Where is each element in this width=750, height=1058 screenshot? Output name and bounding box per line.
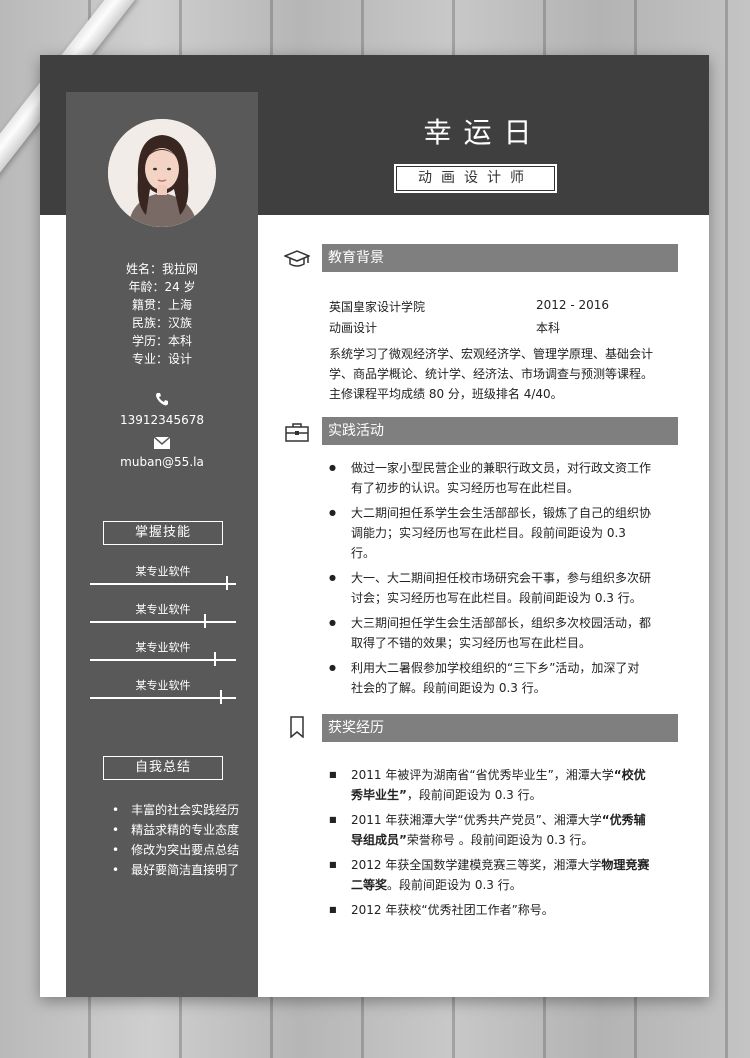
summary-item: 修改为突出要点总结 <box>112 840 239 860</box>
education-title: 教育背景 <box>322 244 678 272</box>
profile-photo <box>108 119 216 227</box>
profile-line-major: 专业：设计 <box>131 352 192 366</box>
summary-item: 精益求精的专业态度 <box>112 820 239 840</box>
skill-item: 某专业软件 <box>90 677 236 704</box>
award-text: 2011 年被评为湖南省“省优秀毕业生”，湘潭大学 <box>351 768 614 782</box>
job-title-badge: 动画设计师 <box>396 166 555 191</box>
award-item: 2011 年获湘潭大学“优秀共产党员”、湘潭大学“优秀辅导组成员”荣誉称号 。段… <box>329 810 651 850</box>
skill-item: 某专业软件 <box>90 639 236 666</box>
award-text-end: ，段前间距设为 0.3 行。 <box>406 788 542 802</box>
major-name: 动画设计 <box>329 321 378 335</box>
summary-item: 丰富的社会实践经历 <box>112 800 239 820</box>
skill-bar <box>90 621 236 623</box>
awards-title: 获奖经历 <box>322 714 678 742</box>
skill-label: 某专业软件 <box>135 565 191 578</box>
skill-level-marker <box>214 652 216 666</box>
practice-item: 大三期间担任学生会生活部部长，组织多次校园活动，都取得了不错的效果；实习经历也写… <box>329 613 651 653</box>
briefcase-icon <box>284 421 310 443</box>
summary-title: 自我总结 <box>103 756 223 780</box>
profile-info: 姓名：我拉网 年龄：24 岁 籍贯：上海 民族：汉族 学历：本科 专业：设计 <box>66 260 258 368</box>
skill-label: 某专业软件 <box>135 679 191 692</box>
awards-list: 2011 年被评为湖南省“省优秀毕业生”，湘潭大学“校优秀毕业生”，段前间距设为… <box>329 765 651 925</box>
school-name: 英国皇家设计学院 <box>329 300 426 314</box>
email-address: muban@55.la <box>120 455 204 469</box>
phone-contact: 13912345678 <box>66 391 258 427</box>
award-text: 2012 年获全国数学建模竞赛三等奖，湘潭大学 <box>351 858 602 872</box>
skill-level-marker <box>226 576 228 590</box>
email-contact: muban@55.la <box>66 436 258 469</box>
award-text: 2012 年获校“优秀社团工作者”称号。 <box>351 903 554 917</box>
skill-level-marker <box>220 690 222 704</box>
skill-bar <box>90 583 236 585</box>
award-text-end: 荣誉称号 。段前间距设为 0.3 行。 <box>406 833 594 847</box>
bookmark-icon <box>284 716 310 739</box>
profile-line-education: 学历：本科 <box>131 334 192 348</box>
mail-icon <box>66 436 258 451</box>
skill-label: 某专业软件 <box>135 603 191 616</box>
summary-item: 最好要简洁直接明了 <box>112 860 239 880</box>
summary-list: 丰富的社会实践经历 精益求精的专业态度 修改为突出要点总结 最好要简洁直接明了 <box>112 800 239 880</box>
resume-name: 幸运日 <box>423 116 544 149</box>
profile-line-age: 年龄：24 岁 <box>128 280 196 294</box>
skill-level-marker <box>204 614 206 628</box>
award-text: 2011 年获湘潭大学“优秀共产党员”、湘潭大学 <box>351 813 602 827</box>
sidebar: 姓名：我拉网 年龄：24 岁 籍贯：上海 民族：汉族 学历：本科 专业：设计 1… <box>66 92 258 997</box>
practice-item: 利用大二暑假参加学校组织的“三下乡”活动，加深了对社会的了解。段前间距设为 0.… <box>329 658 651 698</box>
award-item: 2012 年获校“优秀社团工作者”称号。 <box>329 900 651 920</box>
profile-line-name: 姓名：我拉网 <box>125 262 198 276</box>
phone-number: 13912345678 <box>120 413 204 427</box>
resume-sheet: 幸运日 动画设计师 姓名：我拉网 年龄：24 岁 籍贯：上海 民族：汉族 学历：… <box>40 55 709 997</box>
award-item: 2011 年被评为湖南省“省优秀毕业生”，湘潭大学“校优秀毕业生”，段前间距设为… <box>329 765 651 805</box>
education-desc-grades: 主修课程平均成绩 80 分，班级排名 4/40。 <box>329 387 563 401</box>
skill-bar <box>90 697 236 699</box>
practice-title: 实践活动 <box>322 417 678 445</box>
award-text-end: 。段前间距设为 0.3 行。 <box>387 878 522 892</box>
skill-item: 某专业软件 <box>90 563 236 590</box>
phone-icon <box>66 391 258 407</box>
practice-item: 大一、大二期间担任校市场研究会干事，参与组织多次研讨会；实习经历也写在此栏目。段… <box>329 568 651 608</box>
education-description: 系统学习了微观经济学、宏观经济学、管理学原理、基础会计学、商品学概论、统计学、经… <box>329 344 669 404</box>
skills-title: 掌握技能 <box>103 521 223 545</box>
profile-line-origin: 籍贯：上海 <box>131 298 192 312</box>
practice-item: 大二期间担任系学生会生活部部长，锻炼了自己的组织协调能力；实习经历也写在此栏目。… <box>329 503 651 563</box>
education-years: 2012 - 2016 <box>536 298 610 312</box>
profile-line-ethnicity: 民族：汉族 <box>131 316 192 330</box>
practice-list: 做过一家小型民营企业的兼职行政文员，对行政文资工作有了初步的认识。实习经历也写在… <box>329 458 651 703</box>
education-desc-courses: 系统学习了微观经济学、宏观经济学、管理学原理、基础会计学、商品学概论、统计学、经… <box>329 347 654 381</box>
degree: 本科 <box>536 321 561 335</box>
practice-item: 做过一家小型民营企业的兼职行政文员，对行政文资工作有了初步的认识。实习经历也写在… <box>329 458 651 498</box>
skill-item: 某专业软件 <box>90 601 236 628</box>
award-item: 2012 年获全国数学建模竞赛三等奖，湘潭大学物理竞赛二等奖。段前间距设为 0.… <box>329 855 651 895</box>
graduation-cap-icon <box>283 248 311 270</box>
